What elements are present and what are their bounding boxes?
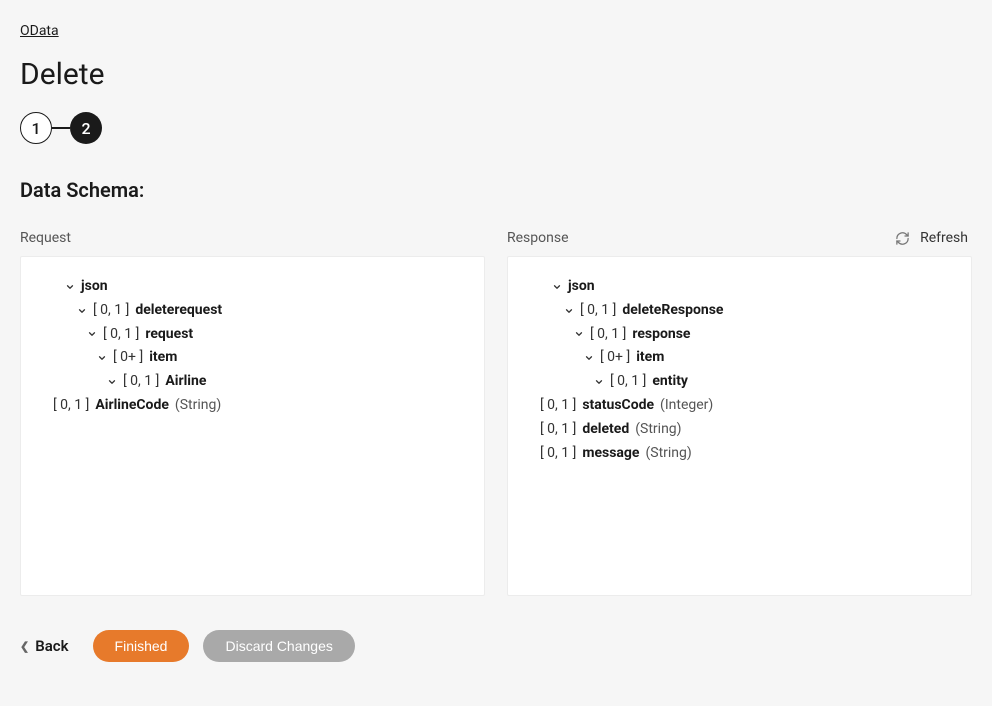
chevron-down-icon[interactable] — [97, 353, 107, 363]
stepper: 1 2 — [20, 112, 972, 144]
cardinality: [ 0, 1 ] — [53, 394, 89, 418]
cardinality: [ 0, 1 ] — [540, 442, 576, 466]
request-header: Request — [20, 230, 485, 246]
tree-row[interactable]: [ 0, 1 ] request — [37, 323, 468, 347]
tree-row[interactable]: [ 0, 1 ] deleteResponse — [524, 299, 955, 323]
tree-row[interactable]: [ 0+ ] item — [37, 346, 468, 370]
chevron-left-icon: ❮ — [20, 640, 29, 653]
tree-row[interactable]: [ 0, 1 ] AirlineCode (String) — [37, 394, 468, 418]
cardinality: [ 0, 1 ] — [123, 370, 159, 394]
tree-row[interactable]: json — [524, 275, 955, 299]
node-type: (String) — [645, 442, 691, 466]
chevron-down-icon[interactable] — [564, 306, 574, 316]
chevron-down-icon[interactable] — [65, 282, 75, 292]
tree-row[interactable]: [ 0, 1 ] Airline — [37, 370, 468, 394]
chevron-down-icon[interactable] — [584, 353, 594, 363]
node-name: deleted — [582, 418, 629, 442]
step-2[interactable]: 2 — [70, 112, 102, 144]
back-label: Back — [35, 637, 68, 655]
discard-button[interactable]: Discard Changes — [203, 630, 354, 662]
cardinality: [ 0, 1 ] — [93, 299, 129, 323]
cardinality: [ 0+ ] — [600, 346, 630, 370]
tree-row[interactable]: [ 0, 1 ] deleterequest — [37, 299, 468, 323]
node-name: item — [149, 346, 177, 370]
cardinality: [ 0, 1 ] — [590, 323, 626, 347]
chevron-down-icon[interactable] — [552, 282, 562, 292]
node-name: Airline — [165, 370, 206, 394]
tree-row[interactable]: [ 0, 1 ] entity — [524, 370, 955, 394]
step-connector — [52, 127, 70, 129]
node-type: (String) — [635, 418, 681, 442]
tree-row[interactable]: [ 0+ ] item — [524, 346, 955, 370]
back-button[interactable]: ❮ Back — [20, 637, 69, 655]
chevron-down-icon[interactable] — [594, 377, 604, 387]
tree-row[interactable]: json — [37, 275, 468, 299]
section-title: Data Schema: — [20, 178, 972, 202]
node-name: item — [636, 346, 664, 370]
cardinality: [ 0, 1 ] — [103, 323, 139, 347]
tree-row[interactable]: [ 0, 1 ] message (String) — [524, 442, 955, 466]
node-name: message — [582, 442, 639, 466]
node-name: AirlineCode — [95, 394, 169, 418]
node-type: (Integer) — [660, 394, 713, 418]
cardinality: [ 0, 1 ] — [540, 418, 576, 442]
response-panel: json[ 0, 1 ] deleteResponse[ 0, 1 ] resp… — [507, 256, 972, 596]
cardinality: [ 0, 1 ] — [540, 394, 576, 418]
tree-row[interactable]: [ 0, 1 ] response — [524, 323, 955, 347]
step-1[interactable]: 1 — [20, 112, 52, 144]
request-panel: json[ 0, 1 ] deleterequest[ 0, 1 ] reque… — [20, 256, 485, 596]
node-type: (String) — [175, 394, 221, 418]
chevron-down-icon[interactable] — [574, 329, 584, 339]
cardinality: [ 0+ ] — [113, 346, 143, 370]
node-name: json — [568, 275, 595, 299]
node-name: request — [145, 323, 193, 347]
cardinality: [ 0, 1 ] — [610, 370, 646, 394]
chevron-down-icon[interactable] — [77, 306, 87, 316]
node-name: statusCode — [582, 394, 654, 418]
node-name: response — [632, 323, 690, 347]
page-title: Delete — [20, 57, 972, 92]
chevron-down-icon[interactable] — [107, 377, 117, 387]
node-name: json — [81, 275, 108, 299]
breadcrumb[interactable]: OData — [20, 23, 59, 39]
node-name: entity — [652, 370, 688, 394]
tree-row[interactable]: [ 0, 1 ] deleted (String) — [524, 418, 955, 442]
chevron-down-icon[interactable] — [87, 329, 97, 339]
response-header: Response — [507, 230, 972, 246]
node-name: deleteResponse — [622, 299, 723, 323]
cardinality: [ 0, 1 ] — [580, 299, 616, 323]
tree-row[interactable]: [ 0, 1 ] statusCode (Integer) — [524, 394, 955, 418]
finished-button[interactable]: Finished — [93, 630, 190, 662]
node-name: deleterequest — [135, 299, 222, 323]
